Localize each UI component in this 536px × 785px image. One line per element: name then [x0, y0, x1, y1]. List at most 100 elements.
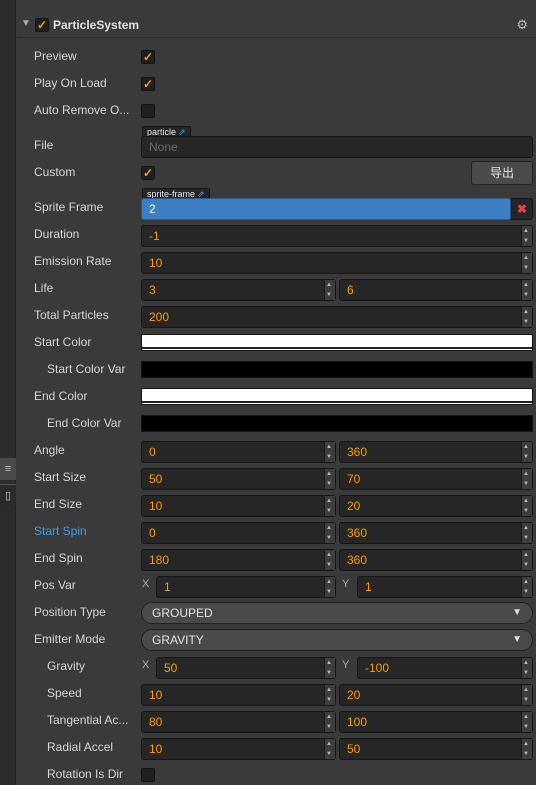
spinner-icon[interactable] [521, 658, 532, 678]
end-color-swatch[interactable] [141, 388, 533, 405]
row-duration: Duration -1 [17, 222, 536, 249]
spinner-icon[interactable] [521, 523, 532, 543]
spinner-icon[interactable] [521, 496, 532, 516]
row-play-on-load: Play On Load ✓ [17, 71, 536, 98]
row-end-spin: End Spin 180 360 [17, 546, 536, 573]
pos-var-x-label: X [142, 578, 150, 590]
gravity-x-value: 50 [164, 661, 178, 675]
spinner-icon[interactable] [324, 523, 335, 543]
component-header[interactable]: ▼ ✓ ParticleSystem ⚙ [17, 12, 536, 38]
play-on-load-checkbox[interactable]: ✓ [141, 77, 155, 91]
spinner-icon[interactable] [324, 496, 335, 516]
chevron-down-icon: ▼ [512, 634, 522, 645]
row-end-color-var: End Color Var [17, 411, 536, 438]
end-size-value: 10 [149, 499, 163, 513]
row-emitter-mode: Emitter Mode GRAVITY ▼ [17, 627, 536, 654]
row-auto-remove: Auto Remove O... [17, 98, 536, 125]
angle-var-input[interactable]: 360 [339, 441, 533, 463]
component-enabled-checkbox[interactable]: ✓ [35, 18, 49, 32]
emitter-mode-select[interactable]: GRAVITY ▼ [141, 629, 533, 651]
spinner-icon[interactable] [324, 469, 335, 489]
end-spin-input[interactable]: 180 [141, 549, 336, 571]
spinner-icon[interactable] [324, 550, 335, 570]
spinner-icon[interactable] [521, 469, 532, 489]
pos-var-x-value: 1 [164, 580, 171, 594]
angle-input[interactable]: 0 [141, 441, 336, 463]
sprite-frame-field[interactable]: 2 [141, 198, 511, 220]
collapse-arrow-icon[interactable]: ▼ [21, 18, 31, 29]
speed-var-input[interactable]: 20 [339, 684, 533, 706]
spinner-icon[interactable] [324, 280, 335, 300]
life-input[interactable]: 3 [141, 279, 336, 301]
row-start-color: Start Color [17, 330, 536, 357]
row-start-size: Start Size 50 70 [17, 465, 536, 492]
start-size-var-input[interactable]: 70 [339, 468, 533, 490]
menu-icon[interactable]: ≡ [0, 458, 16, 480]
spinner-icon[interactable] [521, 577, 532, 597]
speed-label: Speed [47, 686, 82, 700]
clear-icon[interactable]: ✖ [511, 198, 533, 220]
end-spin-var-input[interactable]: 360 [339, 549, 533, 571]
tangential-accel-input[interactable]: 80 [141, 711, 336, 733]
spinner-icon[interactable] [521, 226, 532, 246]
pos-var-x-input[interactable]: 1 [156, 576, 336, 598]
export-button[interactable]: 导出 [471, 161, 533, 185]
start-color-var-label: Start Color Var [47, 362, 126, 376]
spinner-icon[interactable] [324, 685, 335, 705]
spinner-icon[interactable] [324, 739, 335, 759]
emission-rate-input[interactable]: 10 [141, 252, 533, 274]
start-size-input[interactable]: 50 [141, 468, 336, 490]
spinner-icon[interactable] [521, 685, 532, 705]
spinner-icon[interactable] [324, 712, 335, 732]
life-var-input[interactable]: 6 [339, 279, 533, 301]
start-color-var-swatch[interactable] [141, 361, 533, 378]
end-size-var-input[interactable]: 20 [339, 495, 533, 517]
spinner-icon[interactable] [521, 550, 532, 570]
auto-remove-checkbox[interactable] [141, 104, 155, 118]
total-particles-input[interactable]: 200 [141, 306, 533, 328]
auto-remove-label: Auto Remove O... [34, 103, 130, 117]
tangential-accel-var-input[interactable]: 100 [339, 711, 533, 733]
spinner-icon[interactable] [324, 658, 335, 678]
spinner-icon[interactable] [324, 442, 335, 462]
rotation-is-dir-checkbox[interactable] [141, 768, 155, 782]
preview-checkbox[interactable]: ✓ [141, 50, 155, 64]
spinner-icon[interactable] [521, 307, 532, 327]
gravity-y-input[interactable]: -100 [357, 657, 533, 679]
start-spin-var-input[interactable]: 360 [339, 522, 533, 544]
collapse-icon[interactable]: ▯ [0, 484, 16, 506]
custom-checkbox[interactable]: ✓ [141, 166, 155, 180]
start-color-swatch[interactable] [141, 334, 533, 351]
component-title: ParticleSystem [53, 18, 140, 32]
radial-accel-var-input[interactable]: 50 [339, 738, 533, 760]
preview-label: Preview [34, 49, 77, 63]
angle-var-value: 360 [347, 445, 368, 459]
speed-input[interactable]: 10 [141, 684, 336, 706]
position-type-value: GROUPED [152, 606, 213, 620]
start-spin-input[interactable]: 0 [141, 522, 336, 544]
spinner-icon[interactable] [521, 280, 532, 300]
row-pos-var: Pos Var X 1 Y 1 [17, 573, 536, 600]
gravity-x-input[interactable]: 50 [156, 657, 336, 679]
start-size-var-value: 70 [347, 472, 361, 486]
spinner-icon[interactable] [324, 577, 335, 597]
row-file: File None [17, 133, 536, 160]
spinner-icon[interactable] [521, 712, 532, 732]
radial-accel-input[interactable]: 10 [141, 738, 336, 760]
speed-value: 10 [149, 688, 163, 702]
pos-var-y-input[interactable]: 1 [357, 576, 533, 598]
emission-rate-label: Emission Rate [34, 254, 112, 268]
end-color-var-swatch[interactable] [141, 415, 533, 432]
file-asset-field[interactable]: None [141, 136, 533, 158]
row-radial-accel: Radial Accel 10 50 [17, 735, 536, 762]
spinner-icon[interactable] [521, 253, 532, 273]
total-particles-label: Total Particles [34, 308, 109, 322]
start-spin-label: Start Spin [34, 524, 87, 538]
duration-input[interactable]: -1 [141, 225, 533, 247]
spinner-icon[interactable] [521, 739, 532, 759]
position-type-select[interactable]: GROUPED ▼ [141, 602, 533, 624]
emitter-mode-label: Emitter Mode [34, 632, 106, 646]
end-size-input[interactable]: 10 [141, 495, 336, 517]
gear-icon[interactable]: ⚙ [516, 17, 528, 33]
spinner-icon[interactable] [521, 442, 532, 462]
